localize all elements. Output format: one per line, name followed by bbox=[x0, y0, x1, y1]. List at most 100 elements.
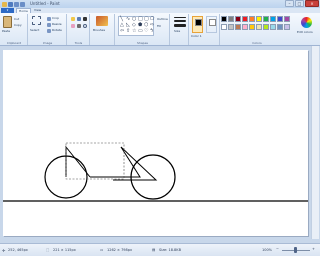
workspace bbox=[0, 46, 320, 243]
cursor-position: 252, 465px bbox=[8, 248, 28, 252]
palette-swatch[interactable] bbox=[235, 16, 241, 22]
lightning-shape-icon[interactable]: ϟ bbox=[150, 29, 153, 34]
image-size-icon: ▭ bbox=[100, 248, 104, 252]
cursor-icon: ✛ bbox=[2, 248, 6, 253]
palette-swatch[interactable] bbox=[221, 24, 227, 30]
crop-button[interactable]: Crop bbox=[52, 16, 59, 20]
redo-icon[interactable] bbox=[20, 1, 25, 7]
selection-rectangle[interactable] bbox=[65, 142, 125, 180]
ribbon: Paste Cut Copy Clipboard Select Crop Res… bbox=[0, 13, 320, 46]
palette-swatch[interactable] bbox=[228, 24, 234, 30]
clipboard-label: Clipboard bbox=[6, 41, 22, 45]
drawing-canvas[interactable] bbox=[3, 50, 308, 236]
save-icon[interactable] bbox=[8, 1, 13, 7]
magnifier-icon[interactable] bbox=[83, 24, 87, 28]
arrow-up-shape-icon[interactable]: ⇧ bbox=[126, 29, 130, 34]
fill-button[interactable]: Fill bbox=[157, 24, 161, 28]
callout-shape-icon[interactable]: ▭ bbox=[138, 29, 143, 34]
color1-label: Color 1 bbox=[191, 34, 202, 38]
pencil-icon[interactable] bbox=[71, 17, 75, 21]
size-line-thick[interactable] bbox=[174, 24, 186, 27]
palette-swatch[interactable] bbox=[256, 24, 262, 30]
paste-button[interactable]: Paste bbox=[2, 29, 10, 33]
zoom-level: 100% bbox=[262, 248, 273, 252]
palette-swatch[interactable] bbox=[277, 24, 283, 30]
palette-swatch[interactable] bbox=[270, 16, 276, 22]
palette-swatch[interactable] bbox=[228, 16, 234, 22]
rotate-icon[interactable] bbox=[47, 29, 51, 33]
brush-icon[interactable] bbox=[96, 16, 108, 26]
shapes-label: Shapes bbox=[137, 41, 148, 45]
image-size: 1262 × 798px bbox=[107, 248, 133, 252]
file-size: Size: 18.8KB bbox=[159, 248, 181, 252]
resize-button[interactable]: Resize bbox=[52, 22, 62, 26]
brushes-group: Brushes bbox=[91, 14, 115, 45]
zoom-slider-knob[interactable] bbox=[294, 247, 297, 253]
select-icon[interactable] bbox=[32, 16, 41, 25]
color2-selector[interactable] bbox=[206, 16, 217, 33]
cut-button[interactable]: Cut bbox=[14, 17, 19, 21]
zoom-in-button[interactable]: + bbox=[312, 247, 315, 251]
edit-colors-icon[interactable] bbox=[301, 17, 312, 28]
fill-icon[interactable] bbox=[77, 17, 81, 21]
outline-button[interactable]: Outline bbox=[157, 17, 168, 21]
palette-swatch[interactable] bbox=[221, 16, 227, 22]
window-title: Untitled - Paint bbox=[30, 1, 60, 6]
palette-swatch[interactable] bbox=[284, 24, 290, 30]
palette-swatch[interactable] bbox=[256, 16, 262, 22]
palette-swatch[interactable] bbox=[249, 16, 255, 22]
color1-selector[interactable] bbox=[192, 16, 203, 33]
paste-icon[interactable] bbox=[3, 16, 12, 28]
color-selectors: Color 1 bbox=[190, 14, 220, 45]
crop-icon[interactable] bbox=[47, 17, 51, 21]
size-line-medium[interactable] bbox=[174, 20, 186, 22]
clipboard-group: Paste Cut Copy Clipboard bbox=[1, 14, 28, 45]
palette-swatch[interactable] bbox=[263, 16, 269, 22]
size-line-thin[interactable] bbox=[174, 17, 186, 18]
color2-swatch bbox=[209, 19, 216, 26]
file-size-icon: ▤ bbox=[152, 248, 156, 252]
palette-swatch[interactable] bbox=[270, 24, 276, 30]
color-picker-icon[interactable] bbox=[77, 24, 81, 28]
close-button[interactable]: × bbox=[305, 0, 319, 7]
palette-swatch[interactable] bbox=[263, 24, 269, 30]
edit-colors-button[interactable]: Edit colors bbox=[297, 30, 313, 34]
brushes-button[interactable]: Brushes bbox=[93, 28, 105, 32]
text-icon[interactable] bbox=[83, 17, 87, 21]
palette-swatch[interactable] bbox=[242, 16, 248, 22]
edit-colors-group: Edit colors bbox=[296, 14, 318, 45]
palette-swatch[interactable] bbox=[235, 24, 241, 30]
selection-size: 221 × 115px bbox=[53, 248, 76, 252]
arrow-left-shape-icon[interactable]: ⇦ bbox=[120, 29, 124, 34]
rotate-button[interactable]: Rotate bbox=[52, 28, 62, 32]
size-button[interactable]: Size bbox=[174, 29, 180, 33]
color1-swatch bbox=[195, 19, 202, 26]
zoom-out-button[interactable]: − bbox=[276, 247, 279, 251]
palette-swatch[interactable] bbox=[242, 24, 248, 30]
minimize-button[interactable]: – bbox=[285, 0, 294, 7]
tools-label: Tools bbox=[74, 41, 83, 45]
copy-button[interactable]: Copy bbox=[14, 23, 22, 27]
rear-frame bbox=[65, 145, 91, 178]
shapes-gallery: ╲ ∿ ○ □ ▢ ⬠ △ ◺ ◇ ⬟ ⬡ ⇨ ⇦ ⇧ ☆ ▭ ♡ ϟ bbox=[118, 16, 154, 36]
colors-label: Colors bbox=[252, 41, 262, 45]
resize-icon[interactable] bbox=[47, 23, 51, 27]
heart-shape-icon[interactable]: ♡ bbox=[144, 29, 148, 34]
front-fork bbox=[113, 146, 158, 181]
quick-access-toolbar bbox=[2, 1, 25, 7]
title-bar: Untitled - Paint – □ × bbox=[0, 0, 320, 8]
palette-swatch[interactable] bbox=[284, 16, 290, 22]
star-shape-icon[interactable]: ☆ bbox=[132, 29, 136, 34]
paint-app-icon[interactable] bbox=[2, 1, 7, 7]
tools-group: Tools bbox=[68, 14, 90, 45]
vertical-scrollbar[interactable] bbox=[311, 46, 319, 239]
maximize-button[interactable]: □ bbox=[295, 0, 304, 7]
undo-icon[interactable] bbox=[14, 1, 19, 7]
shapes-group: ╲ ∿ ○ □ ▢ ⬠ △ ◺ ◇ ⬟ ⬡ ⇨ ⇦ ⇧ ☆ ▭ ♡ ϟ Outl… bbox=[116, 14, 170, 45]
select-button[interactable]: Select bbox=[30, 28, 39, 32]
image-label: Image bbox=[42, 41, 53, 45]
front-frame bbox=[90, 146, 141, 178]
eraser-icon[interactable] bbox=[71, 24, 75, 28]
palette-swatch[interactable] bbox=[277, 16, 283, 22]
palette-swatch[interactable] bbox=[249, 24, 255, 30]
